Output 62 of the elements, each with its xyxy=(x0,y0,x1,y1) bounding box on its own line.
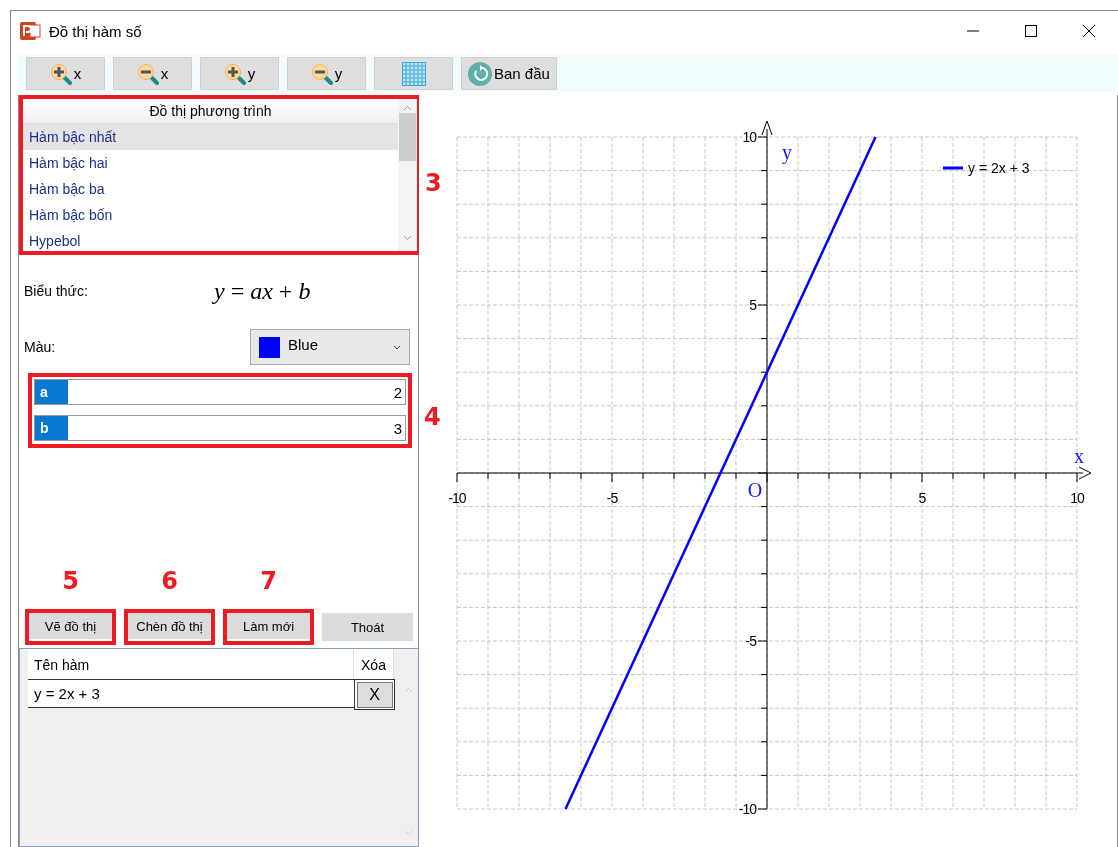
tick-label: -10 xyxy=(448,490,466,506)
action-button[interactable]: Vẽ đồ thị xyxy=(29,613,112,639)
tick-label: 10 xyxy=(742,129,756,145)
chevron-down-icon xyxy=(393,344,401,350)
list-item[interactable]: Hàm bậc nhất xyxy=(23,124,398,150)
scroll-up-icon xyxy=(403,105,412,111)
parameter-name: b xyxy=(35,416,68,440)
list-item[interactable]: Hàm bậc hai xyxy=(23,150,398,176)
tick-label: -10 xyxy=(738,801,756,817)
grid-icon xyxy=(401,61,426,86)
reset-icon xyxy=(468,61,492,86)
scroll-up-icon xyxy=(404,687,413,693)
legend-label: y = 2x + 3 xyxy=(968,160,1030,176)
tick-label: -5 xyxy=(745,633,756,649)
field-label: Biểu thức: xyxy=(24,283,89,299)
scroll-thumb[interactable] xyxy=(399,113,416,161)
toolbar-button[interactable]: y xyxy=(287,57,366,90)
parameter-field[interactable]: a 2 xyxy=(34,379,406,405)
zoom-out-icon xyxy=(310,62,333,85)
formula: y = ax + b xyxy=(214,277,311,305)
app-logo-icon xyxy=(20,21,41,41)
annotation-number: 6 xyxy=(161,567,178,595)
toolbar-button[interactable]: x xyxy=(26,57,105,90)
toolbar-button[interactable]: x xyxy=(113,57,192,90)
list-item[interactable]: Hàm bậc ba xyxy=(23,176,398,202)
list-item[interactable]: Hàm bậc bốn xyxy=(23,202,398,228)
tick-label: 10 xyxy=(1070,490,1084,506)
action-button[interactable]: Thoát xyxy=(322,613,413,641)
origin-label: O xyxy=(747,479,763,501)
table-cell: y = 2x + 3 xyxy=(28,679,354,708)
legend-swatch xyxy=(943,166,963,170)
annotation-number: 7 xyxy=(260,567,277,595)
annotation-number: 5 xyxy=(62,567,79,595)
parameter-field[interactable]: b 3 xyxy=(34,415,406,441)
action-button[interactable]: Làm mới xyxy=(227,613,310,639)
parameter-name: a xyxy=(35,380,68,404)
axis-label: y xyxy=(782,141,792,163)
zoom-out-icon xyxy=(136,62,159,85)
zoom-in-icon xyxy=(49,62,72,85)
tick-label: 5 xyxy=(749,297,756,313)
action-button[interactable]: Chèn đồ thị xyxy=(128,613,211,639)
scrollbar[interactable] xyxy=(398,99,417,251)
window-title: Đồ thị hàm số xyxy=(49,22,142,40)
annotation-number: 3 xyxy=(425,169,442,197)
column-header: Tên hàm xyxy=(28,649,354,679)
column-header: Xóa xyxy=(354,649,394,679)
annotation-number: 4 xyxy=(424,403,441,431)
tick-label: 5 xyxy=(918,490,926,506)
zoom-in-icon xyxy=(223,62,246,85)
scroll-down-icon xyxy=(404,830,413,836)
field-label: Màu: xyxy=(24,339,57,355)
color-dropdown[interactable]: Blue xyxy=(250,329,410,365)
tick-label: -5 xyxy=(606,490,618,506)
toolbar-button[interactable] xyxy=(374,57,453,90)
close-icon xyxy=(1083,25,1095,37)
toolbar-button[interactable]: y xyxy=(200,57,279,90)
axis-label: x xyxy=(1074,445,1084,467)
toolbar-button[interactable]: Ban đầu xyxy=(461,57,557,90)
delete-button[interactable]: X xyxy=(356,681,393,708)
maximize-icon xyxy=(1025,25,1037,37)
scroll-down-icon xyxy=(403,235,412,241)
list-item[interactable]: Hypebol xyxy=(23,228,398,251)
